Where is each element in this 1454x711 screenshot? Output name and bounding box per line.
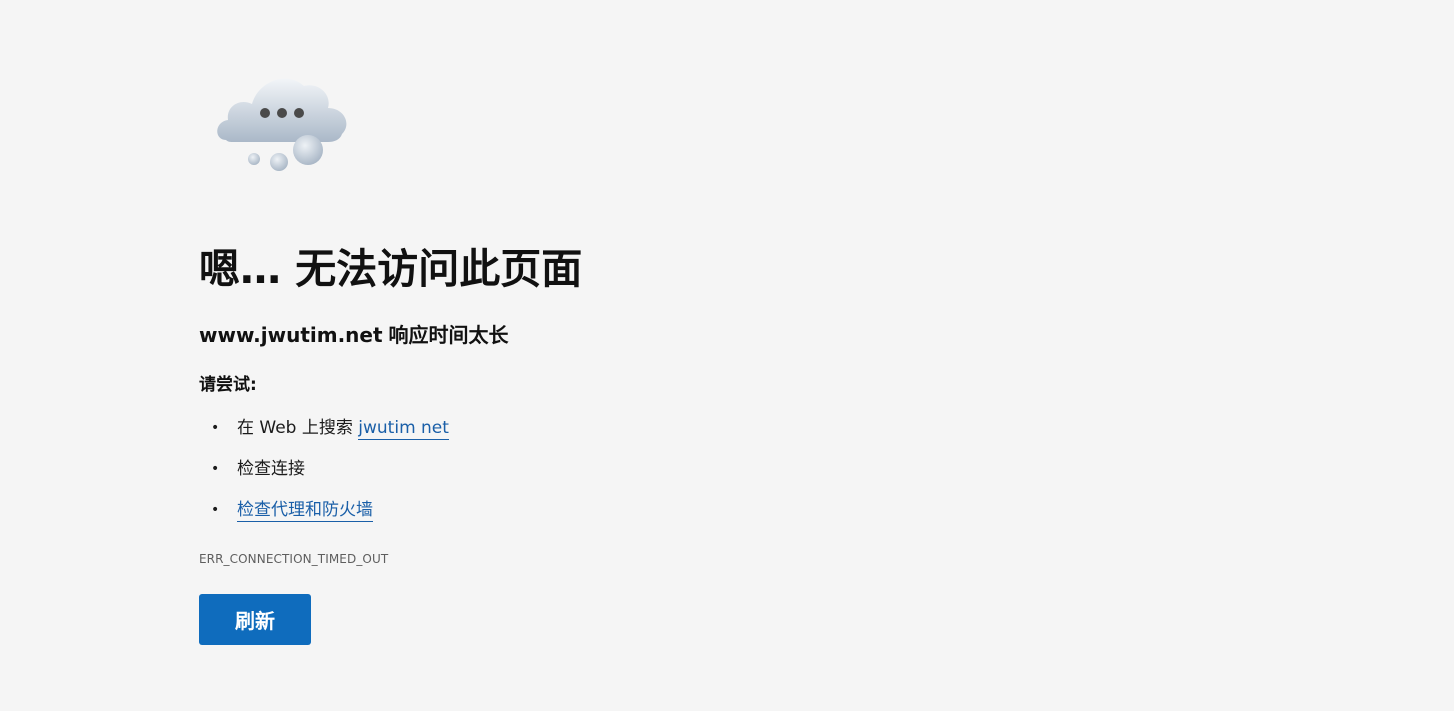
refresh-button[interactable]: 刷新 <box>199 594 311 645</box>
suggestion-list: • 在 Web 上搜索 jwutim net • 检查连接 • 检查代理和防火墙 <box>199 412 449 535</box>
bullet-icon: • <box>211 420 220 436</box>
search-prefix: 在 Web 上搜索 <box>237 418 353 438</box>
list-item: • 检查代理和防火墙 <box>199 494 449 535</box>
page-title: 嗯… 无法访问此页面 <box>199 245 583 293</box>
list-item: • 在 Web 上搜索 jwutim net <box>199 412 449 453</box>
search-web-link[interactable]: jwutim net <box>358 418 449 440</box>
thinking-cloud-icon <box>217 78 347 171</box>
error-page: 嗯… 无法访问此页面 www.jwutim.net 响应时间太长 请尝试: • 在… <box>0 0 1454 711</box>
check-connection-text: 检查连接 <box>237 459 305 479</box>
try-label: 请尝试: <box>199 375 257 395</box>
list-item: • 检查连接 <box>199 453 449 494</box>
bullet-icon: • <box>211 502 220 518</box>
bullet-icon: • <box>211 461 220 477</box>
error-message: 响应时间太长 <box>388 323 509 347</box>
host-name: www.jwutim.net <box>199 323 383 347</box>
error-summary: www.jwutim.net 响应时间太长 <box>199 321 509 349</box>
error-code: ERR_CONNECTION_TIMED_OUT <box>199 552 389 566</box>
check-proxy-link[interactable]: 检查代理和防火墙 <box>237 500 373 522</box>
